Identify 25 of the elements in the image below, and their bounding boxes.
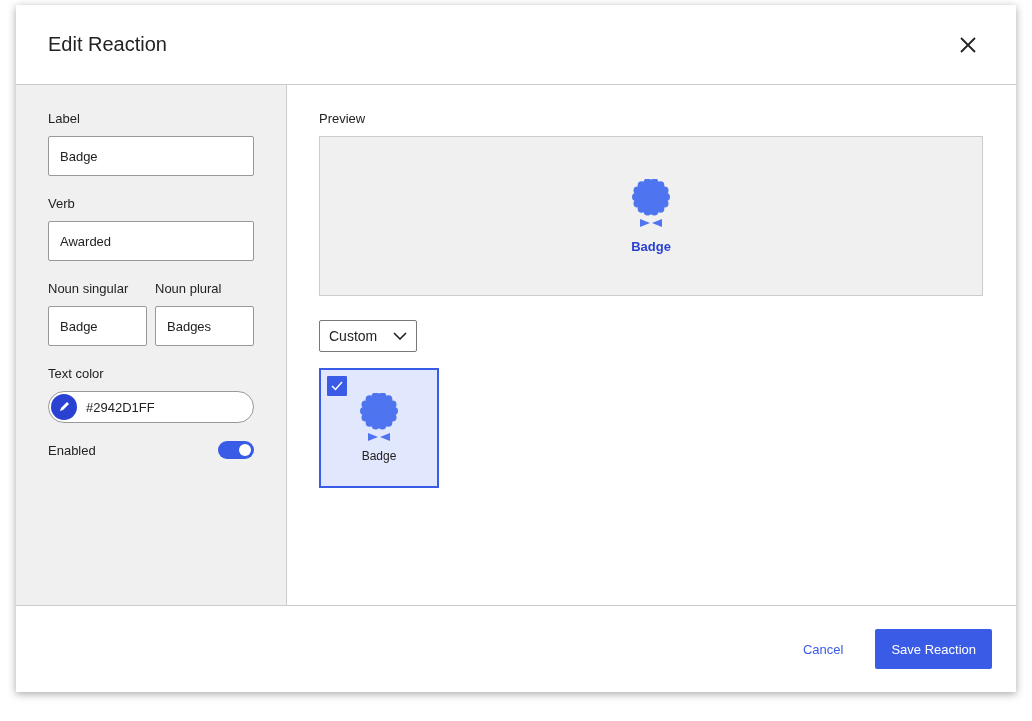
reaction-tile[interactable]: Badge	[319, 368, 439, 488]
badge-icon	[631, 178, 671, 229]
preview-label: Badge	[631, 238, 671, 254]
save-button[interactable]: Save Reaction	[875, 629, 992, 669]
field-label: Noun plural	[155, 281, 223, 296]
toggle-label: Enabled	[48, 442, 96, 458]
icon-set-dropdown[interactable]: Custom	[319, 320, 418, 352]
section-label: Preview	[319, 111, 366, 126]
verb-input[interactable]: Awarded	[48, 221, 254, 261]
badge-icon	[359, 393, 399, 443]
dialog-title: Edit Reaction	[48, 33, 167, 56]
label-input[interactable]: Badge	[48, 136, 254, 176]
field-label: Text color	[48, 366, 105, 381]
noun-plural-input[interactable]: Badges	[155, 306, 254, 346]
checkbox-icon[interactable]	[327, 376, 347, 396]
field-label: Noun singular	[48, 281, 130, 296]
field-label: Label	[48, 111, 81, 126]
cancel-button[interactable]: Cancel	[794, 633, 852, 665]
chevron-down-icon	[393, 332, 408, 340]
field-label: Verb	[48, 196, 76, 211]
noun-singular-input[interactable]: Badge	[48, 306, 147, 346]
pencil-icon[interactable]	[51, 394, 77, 420]
color-input[interactable]: #2942D1FF	[48, 391, 254, 423]
close-icon[interactable]	[960, 36, 976, 53]
enabled-toggle[interactable]	[218, 441, 254, 459]
